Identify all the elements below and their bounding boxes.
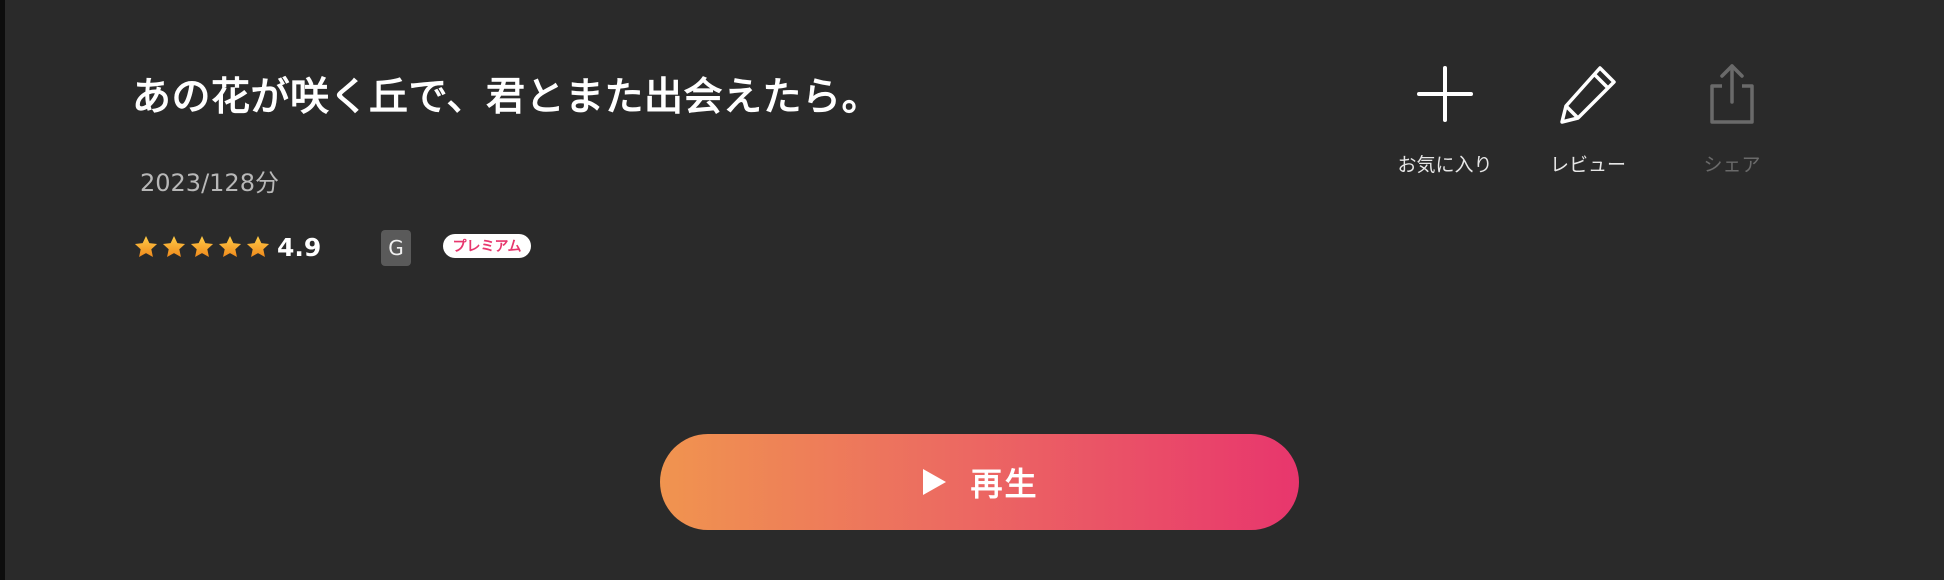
plus-icon [1417, 66, 1473, 122]
play-button[interactable]: 再生 [660, 434, 1299, 530]
star-icon [245, 234, 271, 260]
age-rating-badge: G [381, 230, 411, 266]
favorite-label: お気に入り [1397, 154, 1493, 176]
share-button[interactable]: シェア [1667, 60, 1797, 180]
pencil-icon [1560, 66, 1616, 124]
play-icon [923, 469, 947, 495]
rating-row: 4.9 [133, 229, 321, 265]
review-label: レビュー [1549, 154, 1626, 176]
premium-badge: プレミアム [443, 234, 531, 258]
play-label: 再生 [970, 466, 1039, 502]
star-icon [217, 234, 243, 260]
favorite-button[interactable]: お気に入り [1380, 60, 1510, 180]
share-label: シェア [1703, 154, 1761, 176]
star-rating [133, 234, 271, 260]
page-title: あの花が咲く丘で、君とまた出会えたら。 [132, 75, 881, 120]
left-edge-divider [0, 0, 5, 580]
release-year-duration: 2023/128分 [140, 169, 279, 197]
star-icon [133, 234, 159, 260]
rating-value: 4.9 [277, 232, 322, 262]
title-detail-page: あの花が咲く丘で、君とまた出会えたら。 2023/128分 4.9 G プレミア… [0, 0, 1944, 580]
review-button[interactable]: レビュー [1523, 60, 1653, 180]
share-icon [1710, 64, 1754, 124]
star-icon [161, 234, 187, 260]
star-icon [189, 234, 215, 260]
